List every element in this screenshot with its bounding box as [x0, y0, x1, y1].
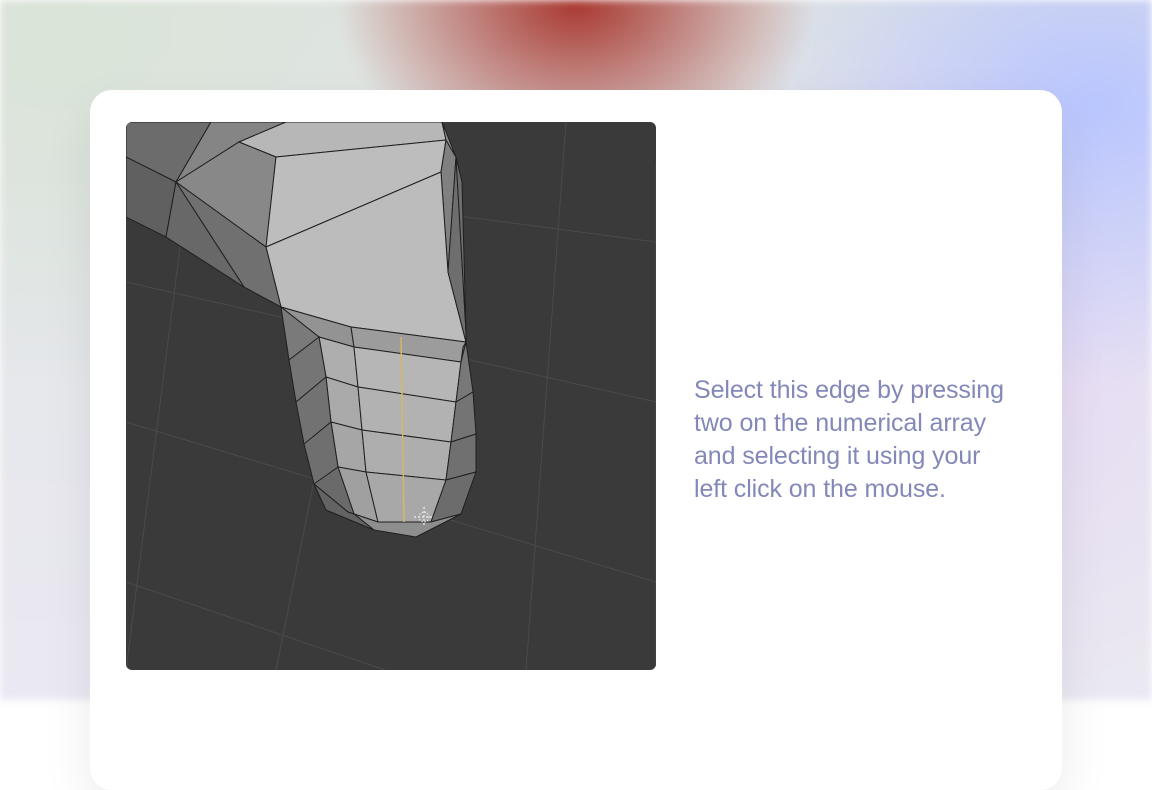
- instruction-text: Select this edge by pressing two on the …: [694, 374, 1020, 506]
- viewport-screenshot: [126, 122, 656, 670]
- mesh-illustration-svg: [126, 122, 656, 670]
- instruction-panel: Select this edge by pressing two on the …: [694, 122, 1026, 758]
- content-card: Select this edge by pressing two on the …: [90, 90, 1062, 790]
